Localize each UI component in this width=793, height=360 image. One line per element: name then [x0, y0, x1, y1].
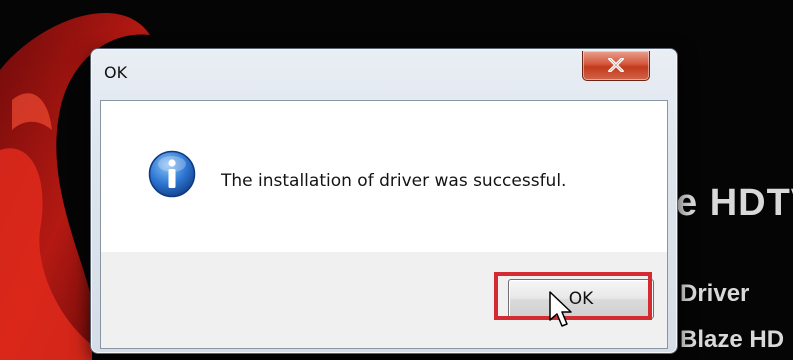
dialog-client-area: The installation of driver was successfu…: [100, 100, 668, 349]
dialog-content: The installation of driver was successfu…: [101, 101, 667, 252]
background-product-text: Blaze HD: [680, 326, 785, 353]
mouse-cursor-icon: [549, 291, 572, 327]
dialog-title: OK: [104, 63, 128, 82]
close-icon: [608, 58, 624, 72]
dialog-message: The installation of driver was successfu…: [221, 171, 567, 191]
message-dialog: OK The installation of driver was succes…: [90, 48, 678, 354]
background-title-text: e HDTV: [676, 182, 793, 224]
ok-button[interactable]: OK: [508, 279, 654, 319]
info-icon: [148, 150, 196, 198]
background-driver-text: Driver: [680, 280, 750, 307]
close-button[interactable]: [582, 51, 650, 81]
